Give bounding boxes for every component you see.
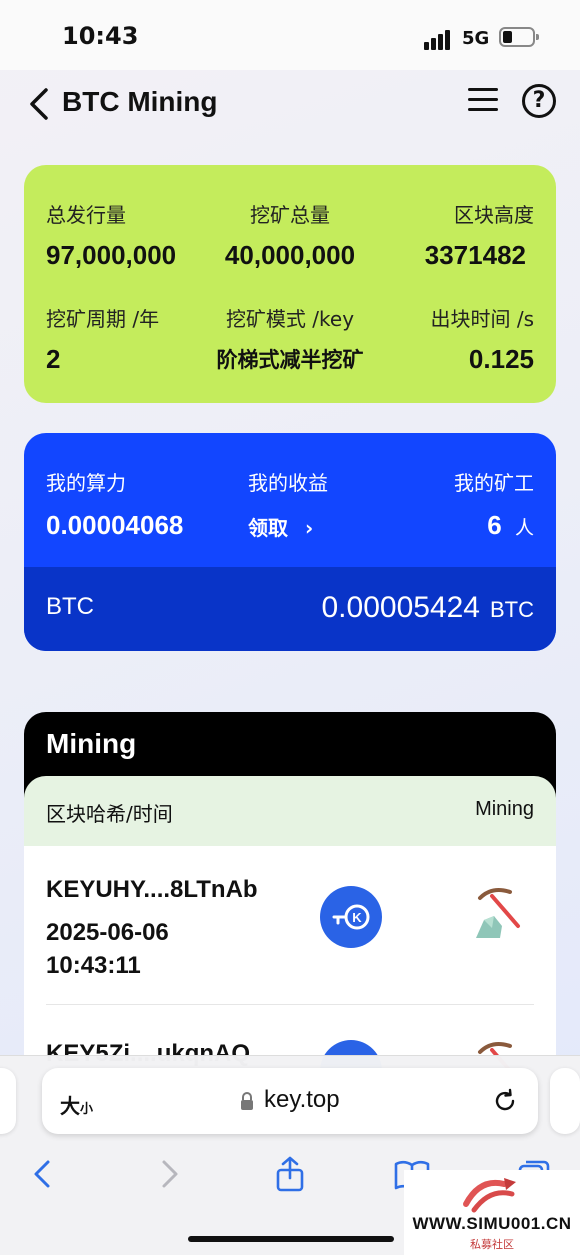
miners-label: 我的矿工 (454, 471, 534, 495)
stat-mining-cycle: 挖矿周期 /年 2 (46, 303, 159, 375)
btc-amount: 0.00005424 (321, 591, 481, 624)
stat-label: 挖矿总量 (250, 203, 330, 227)
home-indicator (188, 1236, 394, 1242)
block-time: 10:43:11 (46, 952, 141, 979)
btc-unit: BTC (490, 597, 534, 622)
lock-icon (241, 1092, 253, 1110)
menu-icon[interactable] (468, 86, 500, 114)
row-divider (46, 1004, 534, 1005)
watermark-subtitle: 私募社区 (470, 1238, 514, 1251)
help-icon[interactable]: ? (522, 84, 556, 118)
miners-count: 6 (487, 510, 502, 540)
stat-label: 出块时间 /s (430, 307, 534, 331)
reload-icon[interactable] (492, 1088, 518, 1114)
address-bar[interactable]: 大小 key.top (42, 1068, 538, 1134)
stat-label: 挖矿周期 /年 (46, 307, 160, 331)
back-button[interactable] (26, 86, 52, 122)
mining-card: Mining 区块哈希/时间 Mining KEYUHY....8LTnAb 2… (24, 712, 556, 1092)
earnings-label: 我的收益 (248, 471, 328, 495)
stat-total-mining: 挖矿总量 40,000,000 (216, 199, 364, 271)
previous-tab-pill[interactable] (0, 1068, 16, 1134)
key-coin-icon: K (320, 886, 382, 948)
hashrate-value: 0.00004068 (46, 510, 184, 540)
chevron-right-icon: › (304, 516, 314, 540)
claim-label: 领取 (248, 516, 288, 540)
stat-label: 总发行量 (46, 203, 126, 227)
text-size-large: 大 (60, 1094, 80, 1118)
chevron-left-icon (30, 88, 48, 120)
column-header-mining: Mining (475, 798, 534, 820)
status-bar: 10:43 5G (0, 0, 580, 70)
claim-button[interactable]: 领取 › (248, 512, 328, 541)
next-tab-pill[interactable] (550, 1068, 580, 1134)
block-date: 2025-06-06 (46, 919, 169, 946)
browser-back-icon[interactable] (26, 1156, 62, 1192)
hashrate-label: 我的算力 (46, 471, 126, 495)
watermark-logo (463, 1178, 516, 1213)
cellular-signal-icon (424, 28, 452, 50)
mining-title: Mining (46, 728, 137, 759)
network-type: 5G (462, 28, 490, 49)
stat-total-supply: 总发行量 97,000,000 (46, 199, 176, 271)
url-text: key.top (264, 1086, 340, 1113)
miners-unit: 人 (514, 518, 534, 539)
stat-value: 0.125 (468, 344, 534, 374)
status-time: 10:43 (62, 22, 139, 50)
stat-block-time: 出块时间 /s 0.125 (430, 303, 534, 375)
stat-value: 阶梯式减半挖矿 (216, 348, 364, 372)
my-earnings: 我的收益 领取 › (248, 467, 328, 541)
stat-value: 40,000,000 (224, 240, 356, 270)
hashrate-card: 我的算力 0.00004068 我的收益 领取 › 我的矿工 6 人 BTC 0… (24, 433, 556, 651)
stat-label: 挖矿模式 /key (225, 307, 355, 331)
pickaxe-icon (470, 882, 530, 942)
block-hash: KEYUHY....8LTnAb (46, 876, 258, 903)
stat-value: 3371482 (424, 240, 526, 270)
btc-balance-row: BTC 0.00005424 BTC (24, 567, 556, 651)
text-size-button[interactable]: 大小 (60, 1090, 93, 1119)
browser-forward-icon[interactable] (150, 1156, 186, 1192)
token-stats-card: 总发行量 97,000,000 挖矿总量 40,000,000 区块高度 337… (24, 165, 556, 403)
stat-value: 2 (46, 344, 61, 374)
my-hashrate: 我的算力 0.00004068 (46, 467, 183, 541)
stat-label: 区块高度 (454, 203, 534, 227)
mining-table-header: 区块哈希/时间 Mining (24, 776, 556, 846)
watermark: WWW.SIMU001.CN 私募社区 (404, 1170, 580, 1255)
stat-value: 97,000,000 (46, 240, 177, 270)
mining-row[interactable]: KEYUHY....8LTnAb 2025-06-06 10:43:11 K (24, 846, 556, 1006)
share-icon[interactable] (272, 1156, 308, 1192)
page-title: BTC Mining (62, 86, 218, 117)
stat-block-height: 区块高度 3371482 (425, 199, 534, 271)
battery-icon (499, 27, 539, 47)
watermark-site: WWW.SIMU001.CN (412, 1214, 572, 1233)
column-header-hash-time: 区块哈希/时间 (46, 802, 173, 826)
svg-text:K: K (352, 910, 362, 925)
stat-mining-mode: 挖矿模式 /key 阶梯式减半挖矿 (210, 303, 370, 374)
my-miners[interactable]: 我的矿工 6 人 (454, 467, 534, 541)
text-size-small: 小 (80, 1102, 94, 1117)
btc-label: BTC (46, 593, 94, 620)
